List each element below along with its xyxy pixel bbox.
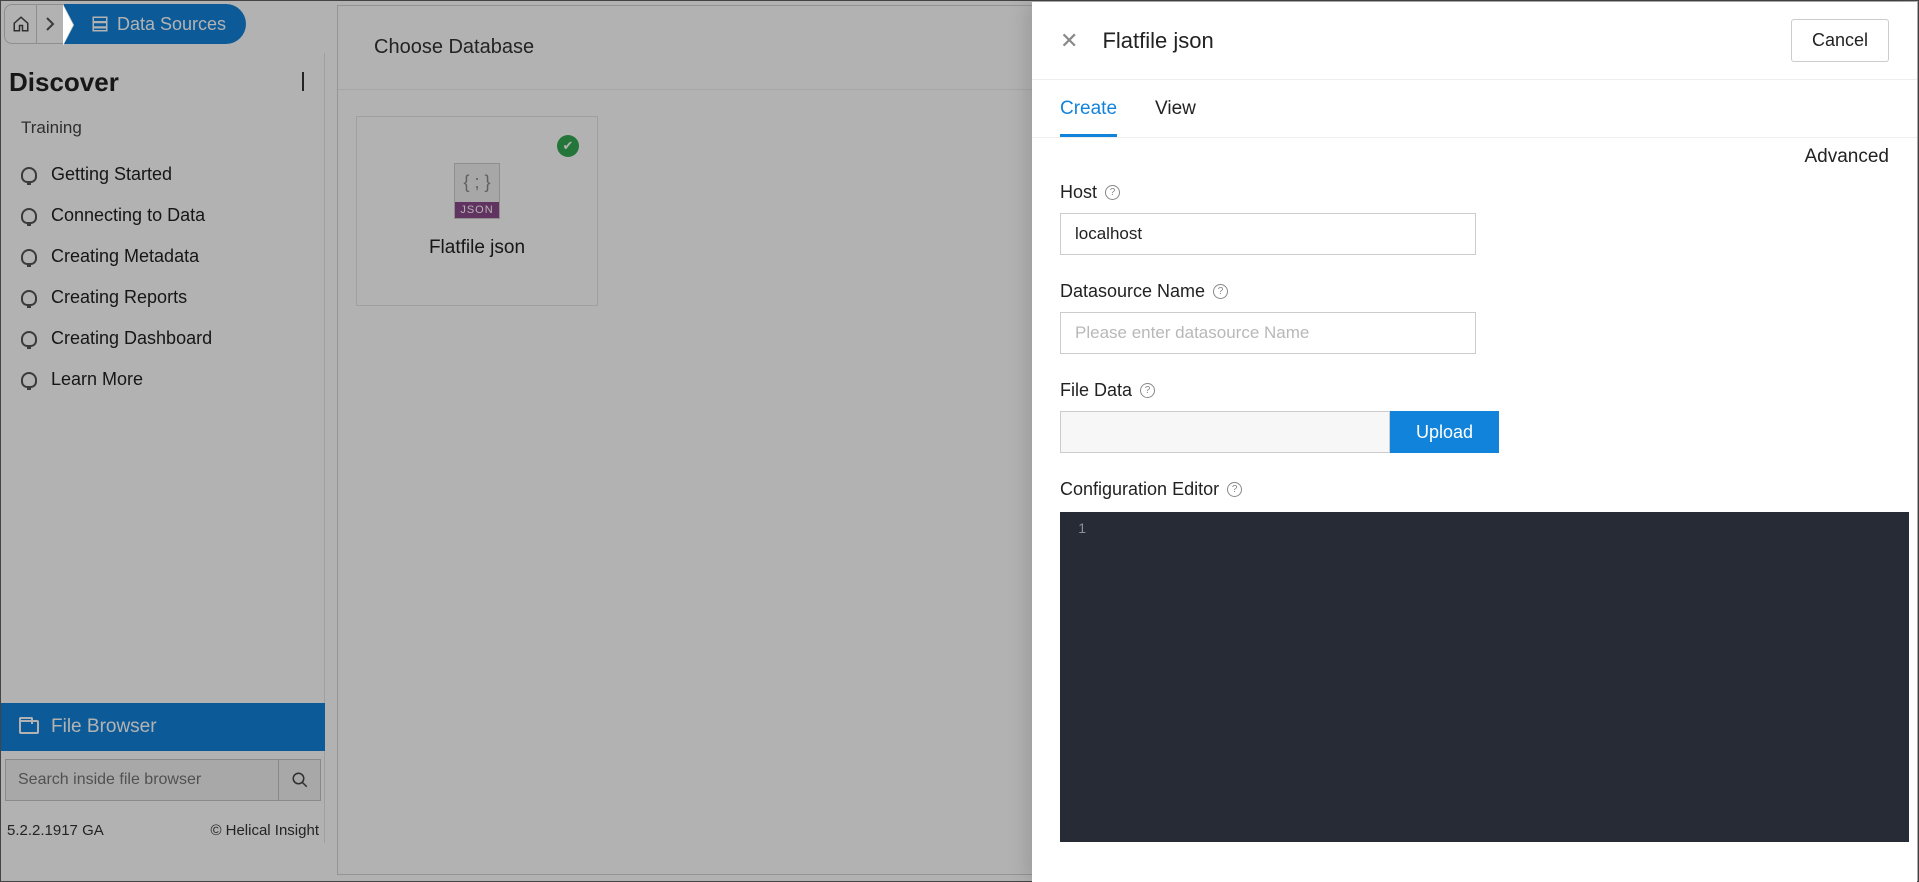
filedata-label-text: File Data xyxy=(1060,380,1132,401)
editor-gutter: 1 xyxy=(1060,512,1096,842)
configuration-editor[interactable]: 1 xyxy=(1060,512,1909,842)
config-label: Configuration Editor ? xyxy=(1060,479,1889,500)
help-icon[interactable]: ? xyxy=(1213,284,1228,299)
help-icon[interactable]: ? xyxy=(1227,482,1242,497)
cancel-button[interactable]: Cancel xyxy=(1791,19,1889,62)
field-file-data: File Data ? Upload xyxy=(1060,380,1889,453)
host-label: Host ? xyxy=(1060,182,1889,203)
panel-tabs: Create View xyxy=(1032,80,1917,138)
dsname-label-text: Datasource Name xyxy=(1060,281,1205,302)
tab-view[interactable]: View xyxy=(1155,98,1196,137)
field-datasource-name: Datasource Name ? xyxy=(1060,281,1889,354)
line-number: 1 xyxy=(1078,520,1086,536)
panel-title: Flatfile json xyxy=(1102,28,1213,54)
host-label-text: Host xyxy=(1060,182,1097,203)
help-icon[interactable]: ? xyxy=(1140,383,1155,398)
field-configuration-editor: Configuration Editor ? 1 xyxy=(1060,479,1889,842)
host-input[interactable] xyxy=(1060,213,1476,255)
help-icon[interactable]: ? xyxy=(1105,185,1120,200)
advanced-link[interactable]: Advanced xyxy=(1804,146,1889,168)
config-label-text: Configuration Editor xyxy=(1060,479,1219,500)
datasource-panel: ✕ Flatfile json Cancel Create View Advan… xyxy=(1032,2,1917,882)
close-icon[interactable]: ✕ xyxy=(1060,28,1078,54)
tab-create[interactable]: Create xyxy=(1060,98,1117,137)
editor-code-area[interactable] xyxy=(1096,512,1909,842)
panel-body: Advanced Host ? Datasource Name ? File D… xyxy=(1032,138,1917,882)
field-host: Host ? xyxy=(1060,182,1889,255)
panel-header: ✕ Flatfile json Cancel xyxy=(1032,2,1917,80)
upload-button[interactable]: Upload xyxy=(1390,411,1499,453)
datasource-name-input[interactable] xyxy=(1060,312,1476,354)
filedata-label: File Data ? xyxy=(1060,380,1889,401)
file-path-display xyxy=(1060,411,1390,453)
dsname-label: Datasource Name ? xyxy=(1060,281,1889,302)
